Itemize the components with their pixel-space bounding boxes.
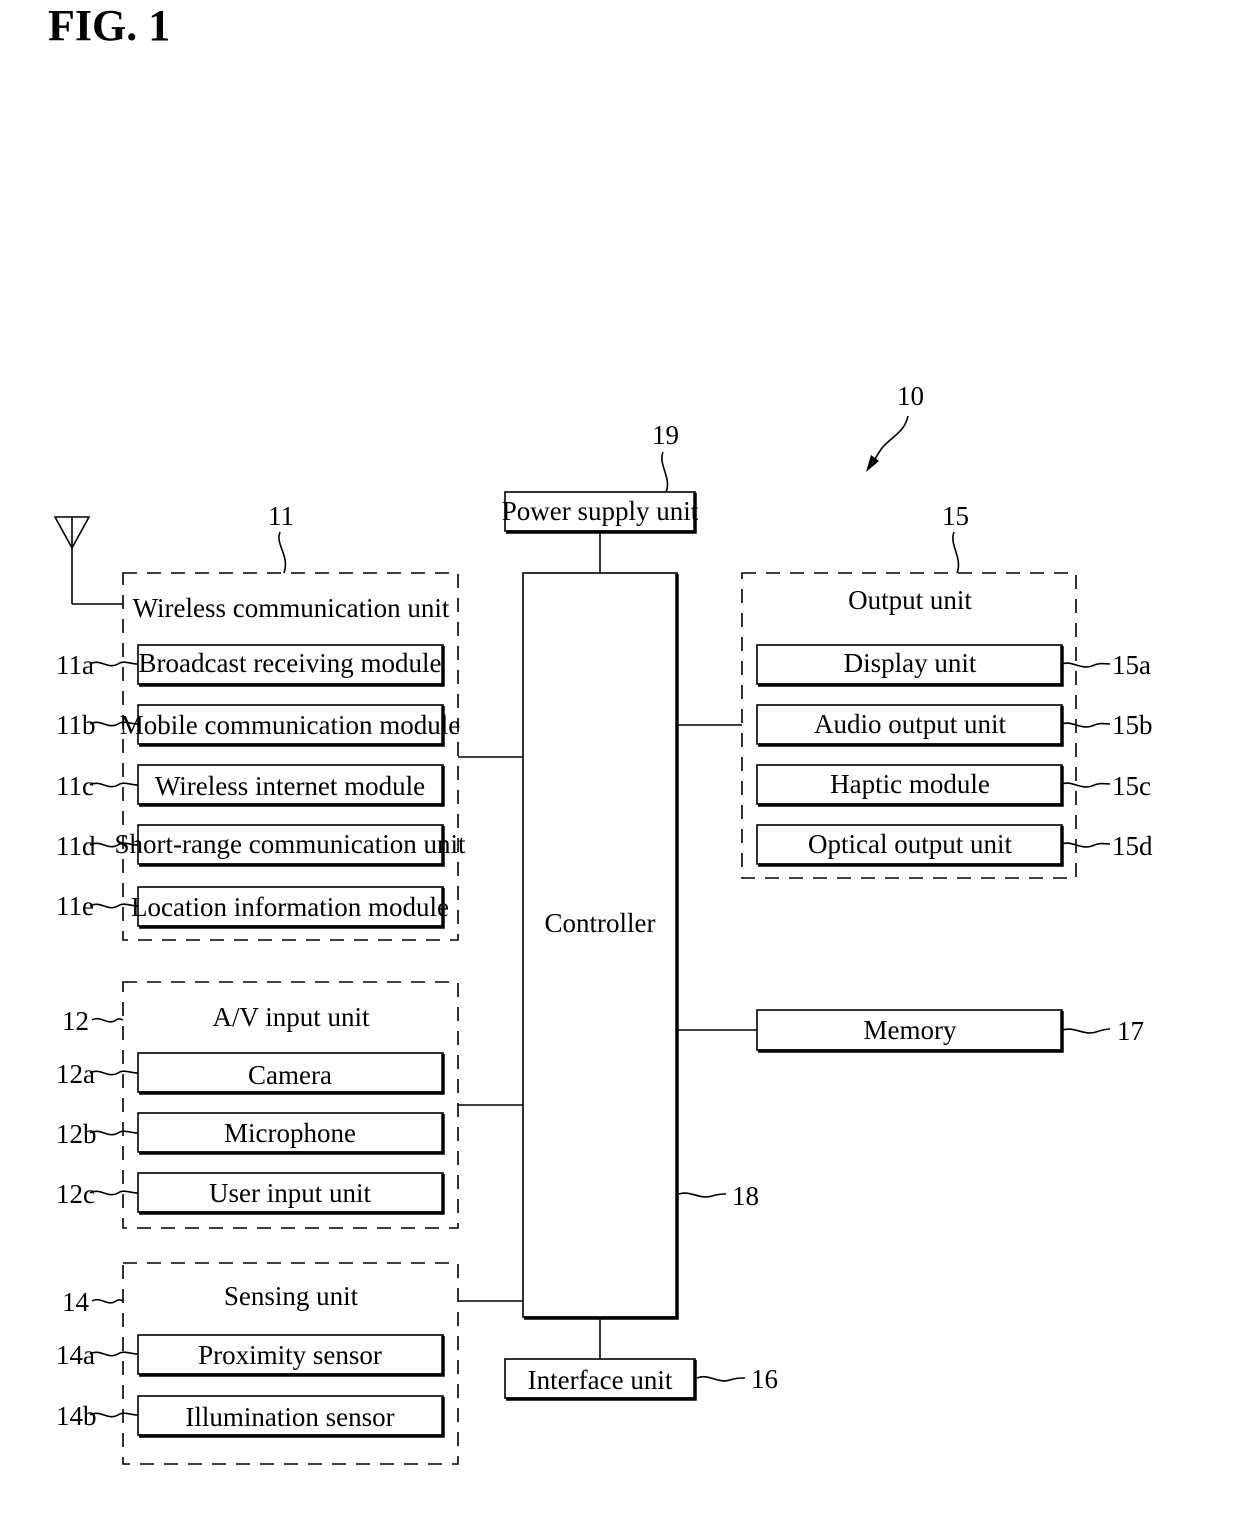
module-ref: 14a [56, 1340, 95, 1370]
device-ref-label: 10 [897, 381, 924, 411]
module-leader [89, 1070, 139, 1076]
module-label: Broadcast receiving module [139, 648, 442, 678]
av-item-camera: Camera 12a [56, 1052, 445, 1095]
module-leader [89, 1130, 139, 1136]
module-leader [89, 661, 139, 667]
output-ref-label: 15 [942, 501, 969, 531]
av-input-title: A/V input unit [212, 1002, 370, 1032]
wireless-title: Wireless communication unit [133, 593, 450, 623]
interface-unit: Interface unit 16 [504, 1358, 778, 1401]
module-label: User input unit [209, 1178, 371, 1208]
sensing-item-proximity: Proximity sensor 14a [56, 1334, 445, 1377]
wireless-item-short-range: Short-range communication unit 11d [56, 824, 466, 867]
module-ref: 11e [56, 891, 94, 921]
sensing-leader [91, 1298, 124, 1304]
module-ref: 15a [1112, 650, 1151, 680]
memory-label: Memory [864, 1015, 957, 1045]
module-leader [1061, 842, 1111, 848]
module-label: Display unit [844, 648, 977, 678]
memory: Memory 17 [756, 1009, 1144, 1053]
module-leader [1061, 782, 1111, 788]
module-ref: 12b [56, 1119, 97, 1149]
module-label: Optical output unit [808, 829, 1012, 859]
wireless-item-location: Location information module 11e [56, 886, 449, 929]
output-item-audio: Audio output unit 15b [756, 704, 1153, 747]
module-label: Mobile communication module [120, 710, 460, 740]
output-leader [952, 531, 960, 574]
wireless-leader [278, 531, 287, 574]
controller-ref: 18 [732, 1181, 759, 1211]
wireless-item-internet: Wireless internet module 11c [56, 764, 445, 807]
module-leader [89, 1190, 139, 1196]
module-label: Microphone [224, 1118, 356, 1148]
wireless-item-mobile: Mobile communication module 11b [56, 704, 460, 747]
controller-label: Controller [545, 908, 656, 938]
power-supply-ref: 19 [652, 420, 679, 450]
output-title: Output unit [848, 585, 972, 615]
interface-ref: 16 [751, 1364, 778, 1394]
module-leader [89, 782, 139, 788]
module-ref: 15c [1112, 771, 1151, 801]
module-label: Proximity sensor [198, 1340, 382, 1370]
module-label: Haptic module [830, 769, 990, 799]
controller: Controller 18 [522, 572, 759, 1320]
output-unit: Output unit 15 [741, 501, 1077, 879]
module-label: Illumination sensor [185, 1402, 394, 1432]
av-item-microphone: Microphone 12b [56, 1112, 445, 1155]
module-leader [89, 1412, 139, 1418]
interface-label: Interface unit [528, 1365, 673, 1395]
output-item-display: Display unit 15a [756, 644, 1151, 687]
sensing-ref-label: 14 [62, 1287, 90, 1317]
av-input-leader [91, 1017, 124, 1023]
memory-leader [1062, 1028, 1111, 1034]
power-supply-unit: Power supply unit 19 [502, 420, 699, 534]
figure-title: FIG. 1 [48, 1, 170, 50]
wireless-ref-label: 11 [268, 501, 294, 531]
antenna-icon [53, 516, 123, 605]
module-ref: 11a [56, 650, 94, 680]
module-leader [89, 1351, 139, 1357]
device-ref-arrow [866, 415, 909, 472]
module-label: Short-range communication unit [115, 829, 466, 859]
sensing-title: Sensing unit [224, 1281, 359, 1311]
sensing-item-illumination: Illumination sensor 14b [56, 1395, 445, 1438]
power-supply-leader [661, 451, 669, 493]
module-ref: 12a [56, 1059, 95, 1089]
module-leader [1061, 662, 1111, 668]
module-ref: 11d [56, 831, 96, 861]
module-leader [1061, 722, 1111, 728]
module-label: Location information module [131, 892, 449, 922]
module-ref: 11b [56, 710, 96, 740]
module-ref: 14b [56, 1401, 97, 1431]
av-item-user-input: User input unit 12c [56, 1172, 445, 1215]
module-ref: 12c [56, 1179, 95, 1209]
controller-leader [678, 1192, 727, 1198]
module-label: Camera [248, 1060, 332, 1090]
output-item-haptic: Haptic module 15c [756, 764, 1151, 807]
power-supply-label: Power supply unit [502, 496, 699, 526]
module-ref: 11c [56, 771, 94, 801]
av-input-ref-label: 12 [62, 1006, 89, 1036]
wireless-item-broadcast: Broadcast receiving module 11a [56, 644, 445, 687]
interface-leader [696, 1375, 746, 1382]
module-ref: 15d [1112, 831, 1153, 861]
output-item-optical: Optical output unit 15d [756, 824, 1153, 867]
memory-ref: 17 [1117, 1016, 1144, 1046]
module-label: Wireless internet module [155, 771, 425, 801]
module-ref: 15b [1112, 710, 1153, 740]
module-label: Audio output unit [814, 709, 1007, 739]
block-diagram: FIG. 1 10 11 Wireless communication unit… [48, 1, 1153, 1465]
